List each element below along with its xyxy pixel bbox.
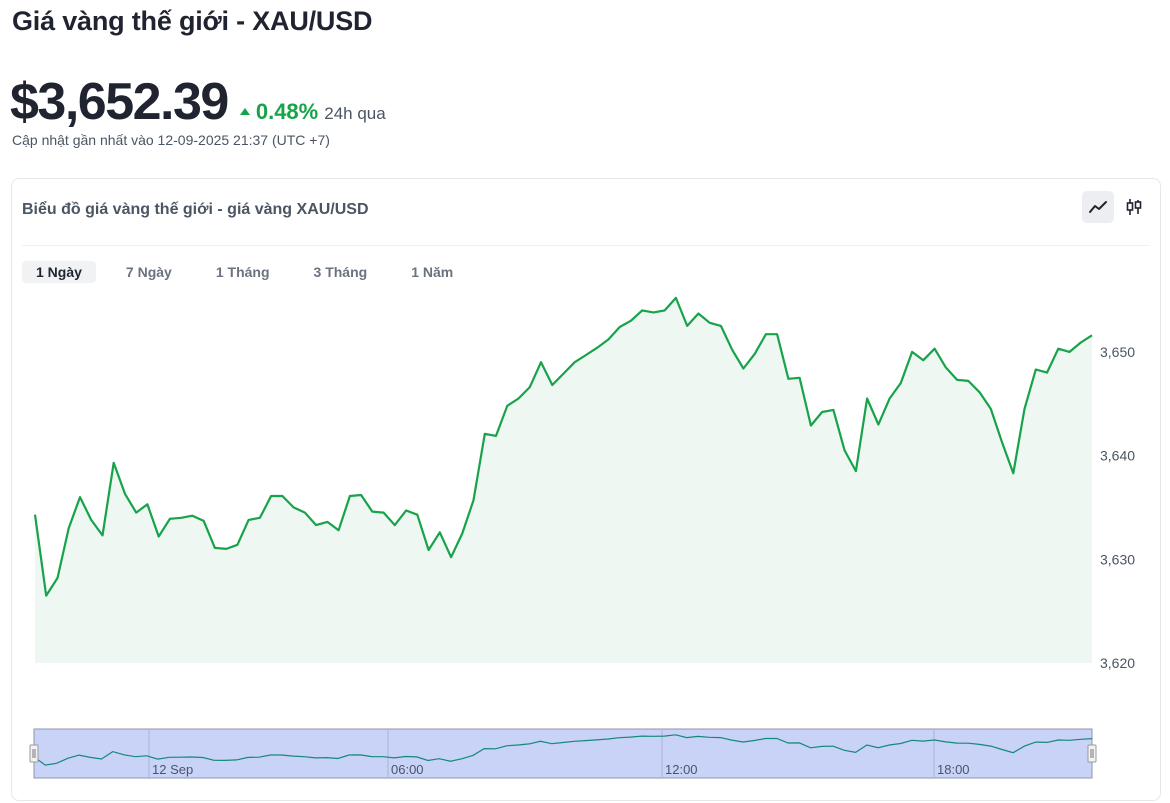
price-chart: 3,620 3,630 3,640 3,650 12 Sep 06:00 12:00 18:0… — [29, 296, 1135, 779]
navigator-time-label: 12:00 — [665, 762, 698, 777]
navigator-time-label: 12 Sep — [152, 762, 193, 777]
y-tick-label: 3,630 — [1100, 551, 1135, 567]
navigator-time-label: 06:00 — [391, 762, 424, 777]
y-tick-label: 3,650 — [1100, 344, 1135, 360]
price-area — [35, 297, 1092, 663]
navigator-time-label: 18:00 — [937, 762, 970, 777]
navigator-handle — [1087, 744, 1097, 763]
y-tick-label: 3,640 — [1100, 448, 1135, 464]
navigator-handle — [29, 744, 39, 763]
y-tick-label: 3,620 — [1100, 655, 1135, 671]
